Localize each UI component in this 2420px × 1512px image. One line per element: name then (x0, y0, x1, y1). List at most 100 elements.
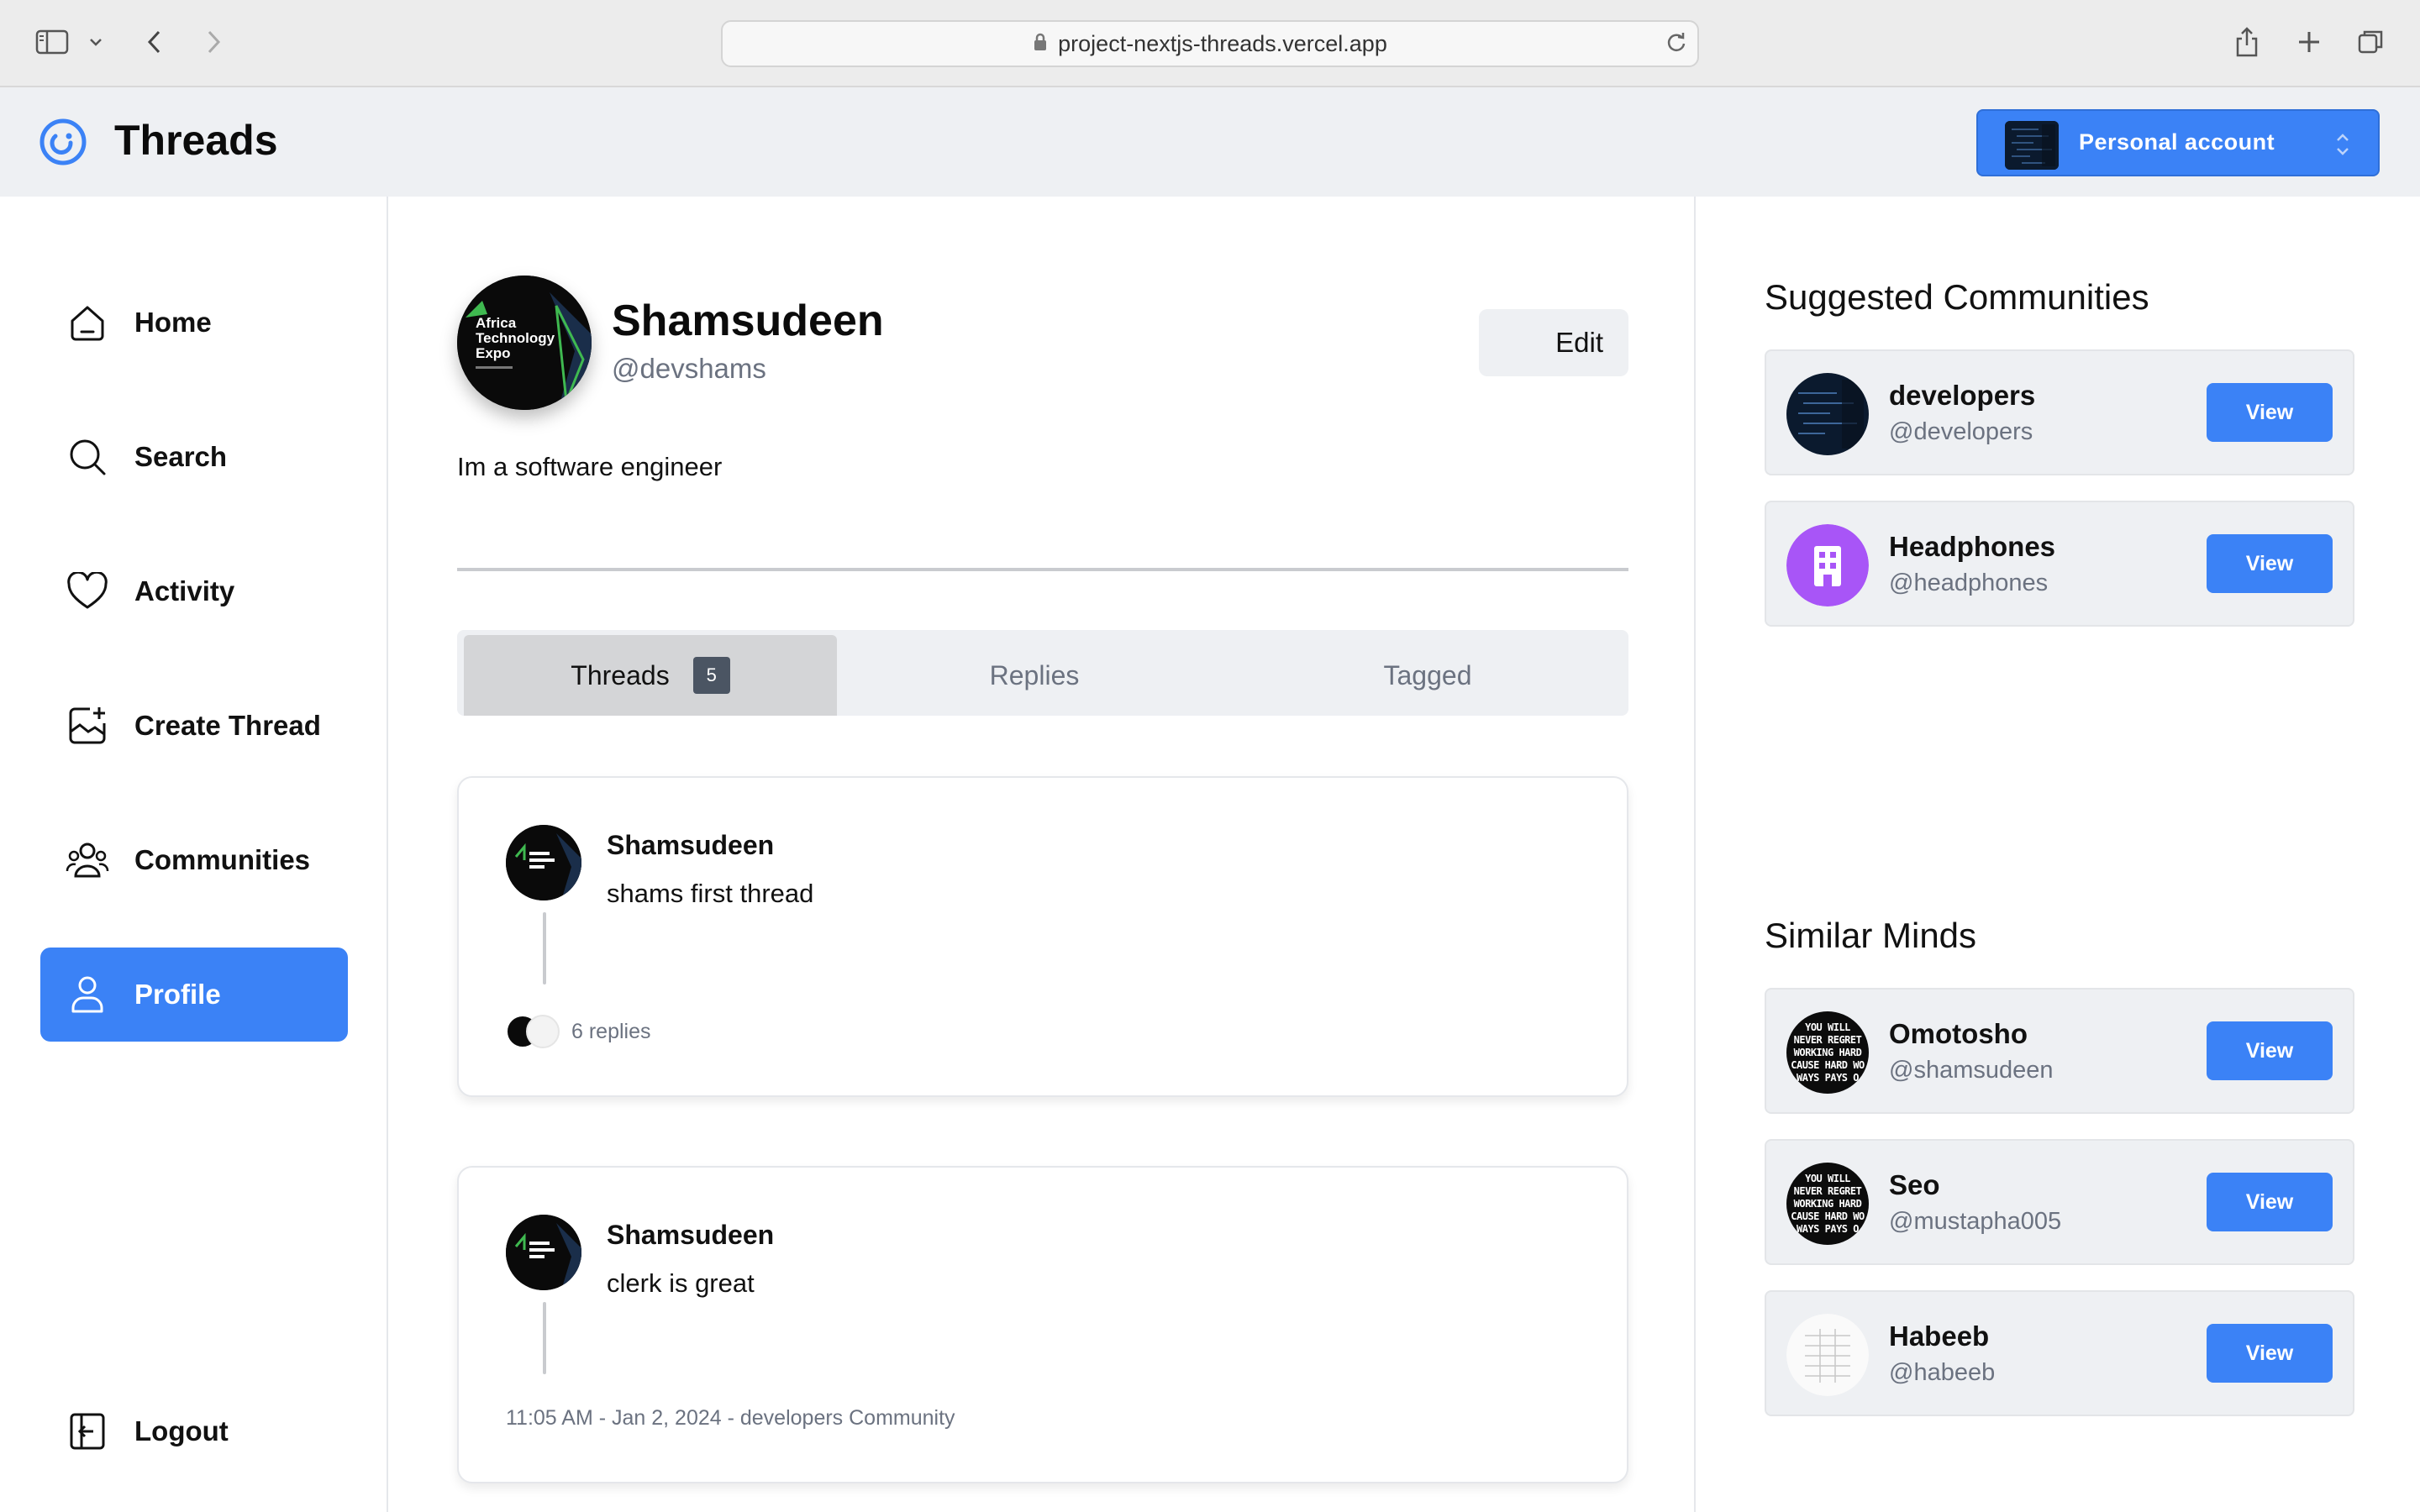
avatar-text-2: Technology (476, 330, 555, 346)
chevron-down-icon[interactable] (79, 22, 113, 62)
community-handle: @developers (1889, 418, 2033, 445)
thread-connector-line (543, 1302, 546, 1374)
thread-text: shams first thread (607, 879, 814, 908)
account-switcher-button[interactable]: Personal account (1976, 109, 2380, 176)
community-avatar (1786, 373, 1869, 455)
community-handle: @headphones (1889, 570, 2049, 596)
profile-bio: Im a software engineer (457, 452, 723, 481)
tab-replies[interactable]: Replies (837, 635, 1232, 716)
tab-tagged[interactable]: Tagged (1232, 635, 1623, 716)
sidebar-item-label: Profile (134, 979, 221, 1010)
right-sidebar: Suggested Communities developers @develo… (1696, 197, 2420, 1512)
user-avatar: YOU WILL NEVER REGRET WORKING HARD CAUSE HA… (1786, 1011, 1869, 1094)
browser-toolbar: project-nextjs-threads.vercel.app (0, 0, 2420, 87)
sidebar-item-communities[interactable]: Communities (40, 813, 348, 907)
tab-overview-icon[interactable] (2351, 22, 2391, 62)
lock-icon (1033, 31, 1048, 57)
search-icon (66, 435, 109, 479)
user-icon (66, 973, 109, 1016)
count-badge: 5 (692, 657, 730, 694)
user-card: YOU WILL NEVER REGRET WORKING HARD CAUSE HA… (1765, 988, 2354, 1114)
sidebar-item-label: Communities (134, 844, 311, 875)
sidebar-item-label: Home (134, 307, 212, 338)
community-card: developers @developers View (1765, 349, 2354, 475)
similar-minds-title: Similar Minds (1765, 916, 1977, 955)
community-name: Headphones (1889, 531, 2056, 562)
reply-avatar (526, 1015, 560, 1048)
user-handle: @mustapha005 (1889, 1208, 2062, 1235)
user-handle: @habeeb (1889, 1359, 1996, 1386)
user-card: YOU WILL NEVER REGRET WORKING HARD CAUSE HA… (1765, 1139, 2354, 1265)
app-title[interactable]: Threads (114, 116, 278, 165)
view-button[interactable]: View (2207, 1324, 2333, 1383)
thread-card[interactable]: Shamsudeen clerk is great 11:05 AM - Jan… (457, 1166, 1628, 1483)
profile-avatar: Africa Technology Expo (457, 276, 592, 410)
thread-text: clerk is great (607, 1268, 755, 1298)
user-handle: @shamsudeen (1889, 1057, 2054, 1084)
logout-label: Logout (134, 1415, 229, 1446)
view-button[interactable]: View (2207, 534, 2333, 593)
user-name: Habeeb (1889, 1320, 1990, 1352)
logout-icon (66, 1410, 109, 1453)
thread-meta[interactable]: 11:05 AM - Jan 2, 2024 - developers Comm… (506, 1406, 955, 1431)
community-card: Headphones @headphones View (1765, 501, 2354, 627)
new-tab-icon[interactable] (2289, 22, 2329, 62)
author-avatar[interactable] (506, 1215, 581, 1290)
communities-icon (66, 838, 109, 882)
thread-connector-line (543, 912, 546, 984)
home-icon (66, 301, 109, 344)
sidebar-toggle-icon[interactable] (32, 22, 72, 62)
back-icon[interactable] (134, 22, 175, 62)
sidebar-item-search[interactable]: Search (40, 410, 348, 504)
sidebar-item-create-thread[interactable]: Create Thread (40, 679, 348, 773)
threads-logo-icon[interactable] (39, 118, 87, 166)
logout-button[interactable]: Logout (40, 1384, 348, 1478)
sidebar-item-profile[interactable]: Profile (40, 948, 348, 1042)
avatar-text-1: Africa (476, 315, 517, 331)
left-sidebar: Home Search Activity Create Thread Commu… (0, 197, 388, 1512)
sidebar-item-label: Search (134, 441, 228, 472)
tab-label: Tagged (1383, 659, 1472, 690)
user-avatar (1786, 1314, 1869, 1396)
replies-count: 6 replies (571, 1019, 651, 1043)
tab-label: Threads (571, 659, 670, 690)
sidebar-item-activity[interactable]: Activity (40, 544, 348, 638)
thread-card[interactable]: Shamsudeen shams first thread 6 replies (457, 776, 1628, 1097)
app-header: Threads Personal account (0, 87, 2420, 197)
account-label: Personal account (2079, 129, 2275, 155)
create-thread-icon (66, 704, 109, 748)
view-button[interactable]: View (2207, 383, 2333, 442)
tab-label: Replies (989, 659, 1080, 690)
view-button[interactable]: View (2207, 1021, 2333, 1080)
motivation-image: YOU WILL NEVER REGRET WORKING HARD CAUSE HA… (1786, 1163, 1869, 1245)
user-avatar: YOU WILL NEVER REGRET WORKING HARD CAUSE HA… (1786, 1163, 1869, 1245)
profile-name: Shamsudeen (612, 297, 884, 345)
thread-author[interactable]: Shamsudeen (607, 830, 774, 861)
tab-threads[interactable]: Threads 5 (464, 635, 837, 716)
thread-replies[interactable]: 6 replies (506, 1015, 651, 1048)
edit-profile-button[interactable]: Edit (1479, 309, 1628, 376)
user-name: Omotosho (1889, 1018, 2028, 1049)
url-text: project-nextjs-threads.vercel.app (1058, 30, 1387, 56)
chevron-up-down-icon (2333, 129, 2353, 164)
thread-author[interactable]: Shamsudeen (607, 1220, 774, 1251)
author-avatar[interactable] (506, 825, 581, 900)
heart-icon (66, 570, 109, 613)
profile-handle: @devshams (612, 353, 766, 384)
divider (457, 568, 1628, 571)
forward-icon[interactable] (193, 22, 234, 62)
account-avatar (2005, 121, 2059, 170)
avatar-text-3: Expo (476, 345, 511, 361)
sidebar-item-label: Activity (134, 575, 235, 606)
profile-tabs: Threads 5 Replies Tagged (457, 630, 1628, 716)
user-name: Seo (1889, 1169, 1940, 1200)
address-bar[interactable]: project-nextjs-threads.vercel.app (721, 20, 1699, 67)
community-name: developers (1889, 380, 2036, 411)
sidebar-item-home[interactable]: Home (40, 276, 348, 370)
view-button[interactable]: View (2207, 1173, 2333, 1231)
motivation-image: YOU WILL NEVER REGRET WORKING HARD CAUSE HA… (1786, 1011, 1869, 1094)
community-avatar (1786, 524, 1869, 606)
reload-icon[interactable] (1664, 30, 1689, 61)
share-icon[interactable] (2227, 22, 2267, 62)
edit-label: Edit (1555, 327, 1603, 358)
